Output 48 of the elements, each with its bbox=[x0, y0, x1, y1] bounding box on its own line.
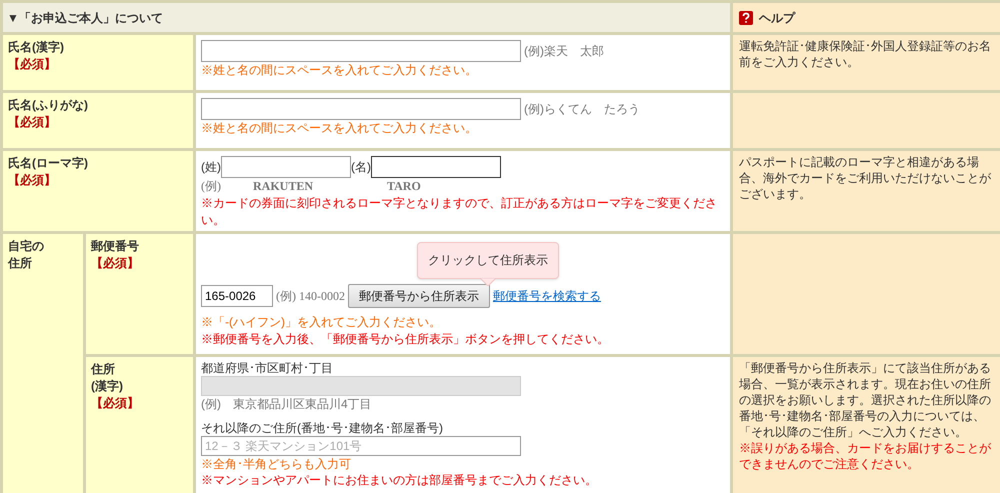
note-text: ※全角･半角どちらも入力可 bbox=[201, 456, 352, 472]
note-text: ※カードの券面に刻印されるローマ字となりますので、訂正がある方はローマ字をご変更ください。 bbox=[201, 195, 718, 229]
postal-search-link[interactable]: 郵便番号を検索する bbox=[493, 288, 601, 304]
text-input[interactable]: 12－３ 楽天マンション101号 bbox=[201, 436, 521, 456]
group-label: 住所 bbox=[8, 255, 33, 272]
field-label: 郵便番号 bbox=[91, 238, 140, 255]
example-text: (例) 140-0002 bbox=[276, 288, 345, 304]
example-prefix: (例) bbox=[201, 178, 222, 195]
required-mark: 【必須】 bbox=[8, 56, 57, 73]
help-text: 「郵便番号から住所表示」にて該当住所がある場合、一覧が表示されます。現在お住いの住所の選択をお願いします。選択された住所以降の番地･号･建物名･部屋番号の入力については、「それ以降のご住所」へご入力ください。 bbox=[739, 360, 992, 440]
field-label: (漢字) bbox=[91, 378, 124, 395]
required-mark: 【必須】 bbox=[8, 172, 57, 189]
field-label: 氏名(ローマ字) bbox=[8, 155, 89, 172]
field-label: 氏名(漢字) bbox=[8, 39, 65, 56]
help-icon bbox=[739, 10, 753, 24]
example-text: (例) 東京都品川区東品川4丁目 bbox=[201, 396, 373, 412]
field-heading: 都道府県･市区町村･丁目 bbox=[201, 360, 334, 376]
example-text: (例)らくてん たろう bbox=[524, 100, 640, 118]
example-text: TARO bbox=[387, 178, 422, 195]
example-text: RAKUTEN bbox=[253, 178, 314, 195]
field-heading: それ以降のご住所(番地･号･建物名･部屋番号) bbox=[201, 420, 444, 436]
help-text: 運転免許証･健康保険証･外国人登録証等のお名前をご入力ください。 bbox=[739, 38, 992, 70]
field-prefix: (姓) bbox=[201, 158, 221, 176]
text-input[interactable] bbox=[201, 40, 521, 62]
note-text: ※姓と名の間にスペースを入れてご入力ください。 bbox=[201, 62, 478, 79]
note-text: ※「-(ハイフン)」を入れてご入力ください。 bbox=[201, 314, 442, 331]
required-mark: 【必須】 bbox=[91, 255, 140, 272]
section-title: ▼「お申込ご本人」について bbox=[7, 10, 163, 26]
group-label: 自宅の bbox=[8, 238, 45, 255]
help-text: パスポートに記載のローマ字と相違がある場合、海外でカードをご利用いただけないことがございます。 bbox=[739, 154, 992, 202]
field-label: 氏名(ふりがな) bbox=[8, 97, 89, 114]
note-text: ※郵便番号を入力後、「郵便番号から住所表示」ボタンを押してください。 bbox=[201, 331, 610, 348]
postal-input[interactable]: 165-0026 bbox=[201, 285, 273, 307]
required-mark: 【必須】 bbox=[8, 114, 57, 131]
field-label: 住所 bbox=[91, 361, 116, 378]
tooltip-text: クリックして住所表示 bbox=[417, 242, 559, 279]
tooltip-pointer-icon bbox=[480, 278, 496, 286]
text-input[interactable] bbox=[201, 98, 521, 120]
field-prefix: (名) bbox=[351, 158, 371, 176]
required-mark: 【必須】 bbox=[91, 395, 140, 412]
text-input[interactable] bbox=[221, 156, 351, 178]
help-text: ※誤りがある場合、カードをお届けすることができませんのでご注意ください。 bbox=[739, 440, 992, 472]
address-lookup-button[interactable]: 郵便番号から住所表示 bbox=[348, 284, 490, 308]
note-text: ※マンションやアパートにお住まいの方は部屋番号までご入力ください。 bbox=[201, 472, 598, 488]
note-text: ※姓と名の間にスペースを入れてご入力ください。 bbox=[201, 120, 478, 137]
example-text: (例)楽天 太郎 bbox=[524, 42, 604, 60]
help-title: ヘルプ bbox=[759, 10, 795, 26]
text-input[interactable] bbox=[371, 156, 501, 178]
